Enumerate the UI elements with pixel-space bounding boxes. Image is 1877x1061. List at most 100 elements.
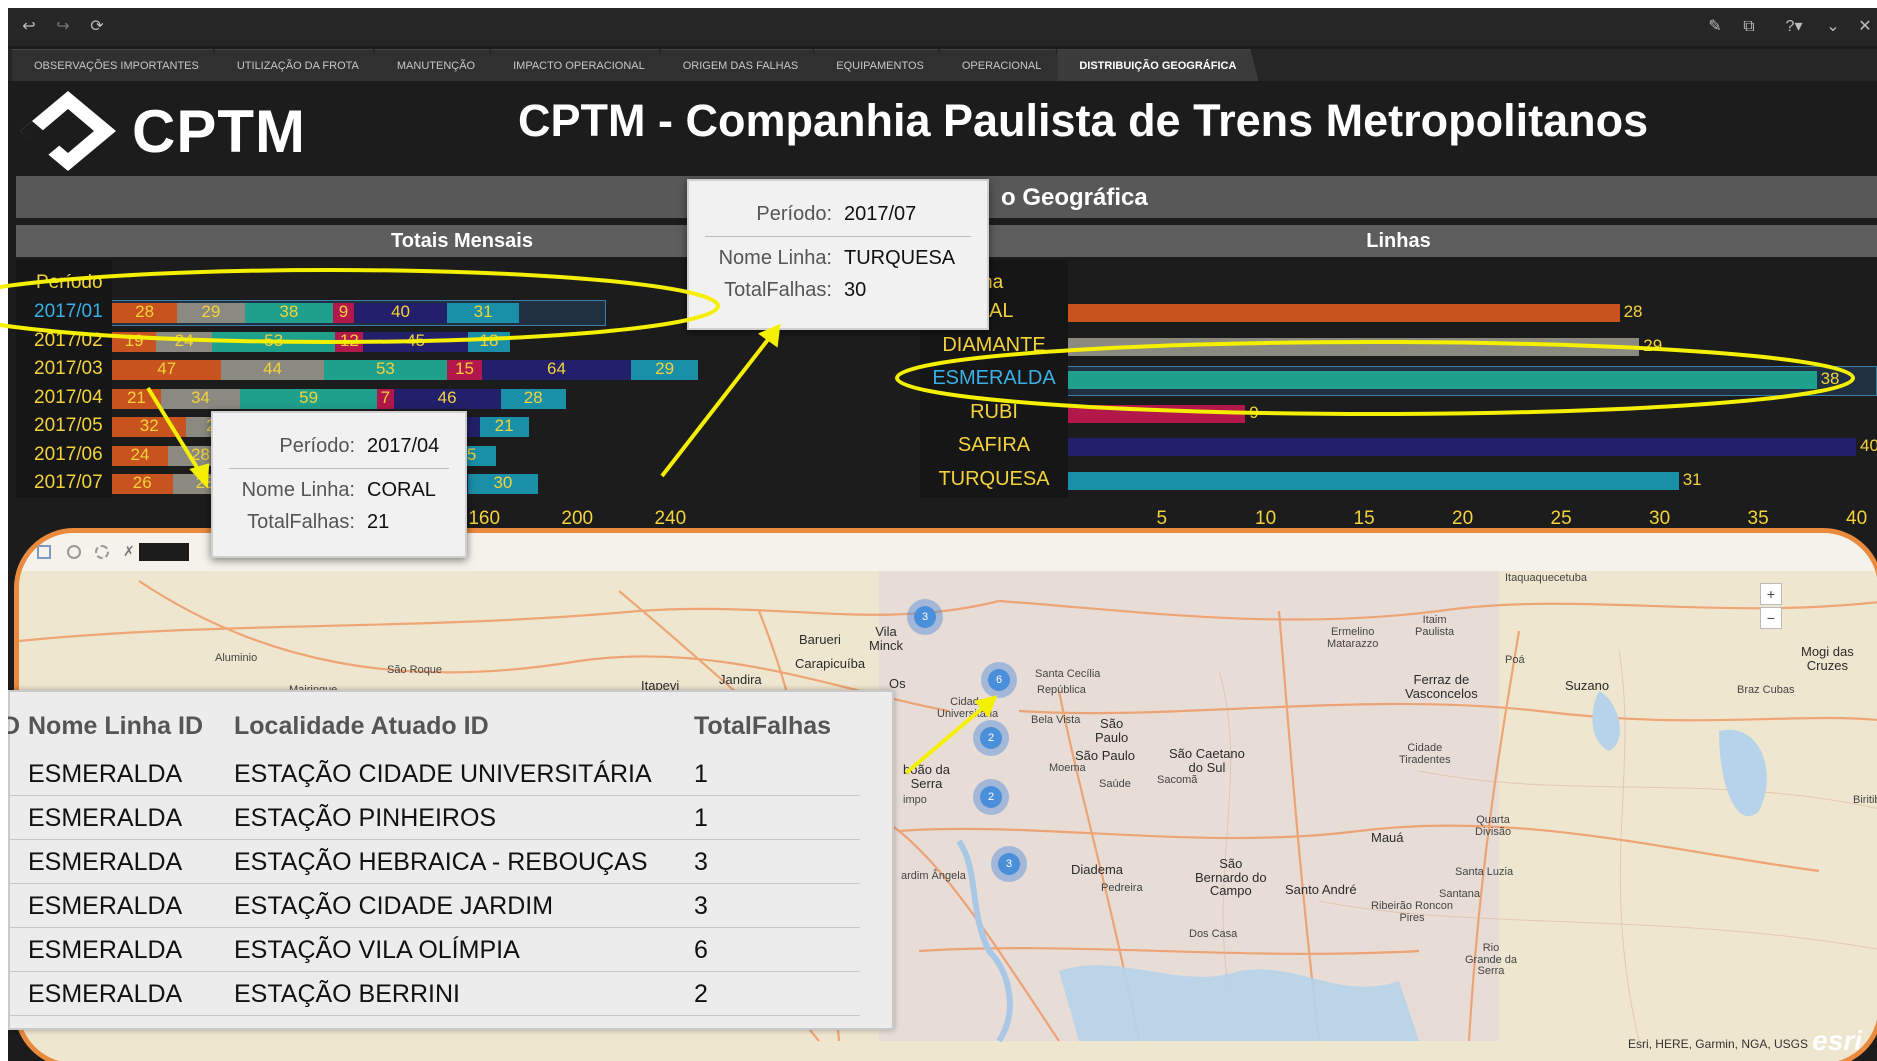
table-row[interactable]: ESMERALDA ESTAÇÃO CIDADE UNIVERSITÁRIA 1 (10, 752, 860, 796)
tab-distribuicao-geografica[interactable]: DISTRIBUIÇÃO GEOGRÁFICA (1057, 49, 1258, 81)
tooltip-key: Nome Linha: (241, 479, 355, 501)
lasso-tool-icon[interactable] (67, 545, 81, 559)
page-title: CPTM - Companhia Paulista de Trens Metro… (518, 95, 1649, 146)
table-row[interactable]: ESMERALDA ESTAÇÃO VILA OLÍMPIA 6 (10, 928, 860, 972)
bar-value-label: 24 (174, 330, 194, 350)
chevron-down-icon[interactable]: ⌄ (1822, 16, 1844, 38)
period-column: Período 2017/01 2017/02 2017/03 2017/04 2017… (16, 260, 112, 498)
bar-value-label: 21 (494, 416, 514, 435)
share-icon[interactable]: ⧉ (1738, 16, 1760, 38)
line-bar-turquesa[interactable] (1068, 471, 1679, 490)
period-label[interactable]: 2017/04 (34, 387, 103, 409)
top-toolbar: ↩ ↪ ⟳ ✎ ⧉ ?▾ ⌄ ✕ (8, 8, 1877, 46)
line-bar-value: 38 (1820, 369, 1840, 388)
period-label[interactable]: 2017/06 (34, 444, 103, 466)
table-header-localidade: Localidade Atuado ID (234, 712, 489, 740)
edit-icon[interactable]: ✎ (1704, 16, 1726, 38)
tab-utilizacao-frota[interactable]: UTILIZAÇÃO DA FROTA (215, 49, 381, 81)
table-row[interactable]: ESMERALDA ESTAÇÃO HEBRAICA - REBOUÇAS 3 (10, 840, 860, 884)
tab-observacoes[interactable]: OBSERVAÇÕES IMPORTANTES (12, 49, 221, 81)
x-tick-label: 40 (1846, 508, 1868, 529)
refresh-icon[interactable]: ⟳ (86, 16, 108, 38)
esri-logo: esri (1812, 1025, 1862, 1056)
line-bar-diamante[interactable] (1068, 337, 1640, 356)
line-category-label[interactable]: RUBI (920, 401, 1068, 424)
table-row[interactable]: ESMERALDA ESTAÇÃO BERRINI 2 (10, 972, 860, 1016)
bar-value-label: 26 (132, 473, 152, 492)
cptm-logo-icon (20, 91, 116, 171)
tab-impacto-operacional[interactable]: IMPACTO OPERACIONAL (491, 49, 667, 81)
map-place-label: São Roque (387, 664, 443, 676)
map-place-label: Suzano (1565, 678, 1610, 693)
table-cell: ESTAÇÃO HEBRAICA - REBOUÇAS (234, 848, 648, 876)
table-cell: ESMERALDA (28, 892, 183, 920)
map-place-label: São Paulo (1075, 748, 1135, 763)
table-cell: 1 (694, 804, 708, 832)
line-bar-value: 31 (1682, 469, 1702, 489)
close-icon[interactable]: ✕ (1854, 16, 1876, 38)
map-cluster[interactable]: 3 (907, 599, 943, 635)
map-place-label: Santa Cecília (1035, 668, 1101, 680)
tooltip-divider (705, 236, 971, 237)
map-cluster[interactable]: 3 (991, 846, 1027, 882)
line-bar-coral[interactable] (1068, 304, 1620, 322)
period-label[interactable]: 2017/05 (34, 415, 103, 437)
bar-value-label: 29 (655, 359, 675, 378)
map-place-label: Itaim Paulista (1415, 614, 1455, 638)
bar-value-label: 28 (135, 302, 155, 321)
table-row[interactable]: ESMERALDA ESTAÇÃO CIDADE JARDIM 3 (10, 884, 860, 928)
tab-origem-falhas[interactable]: ORIGEM DAS FALHAS (661, 49, 821, 81)
map-cluster[interactable]: 6 (981, 662, 1017, 698)
x-tick-label: 30 (1649, 508, 1671, 529)
zoom-out-button[interactable]: − (1760, 607, 1782, 629)
map-place-label: Dos Casa (1189, 928, 1238, 940)
map-place-label: Moema (1049, 762, 1086, 774)
map-cluster[interactable]: 2 (973, 720, 1009, 756)
zoom-in-button[interactable]: + (1760, 583, 1782, 605)
polygon-tool-icon[interactable] (95, 545, 109, 559)
map-place-label: Pedreira (1101, 882, 1143, 894)
x-tick-label: 200 (561, 508, 594, 529)
table-cell: 2 (694, 980, 708, 1008)
back-icon[interactable]: ↩ (18, 16, 40, 38)
bar-value-label: 9 (338, 302, 349, 321)
map-place-label: Cidade Universitária (937, 696, 999, 720)
line-bar-rubi[interactable] (1068, 404, 1246, 423)
map-place-label: Quarta Divisão (1475, 814, 1512, 838)
forward-icon[interactable]: ↪ (52, 16, 74, 38)
line-bar-esmeralda[interactable] (1068, 371, 1817, 389)
map-place-label: São Bernardo do Campo (1195, 856, 1267, 899)
tooltip-key: Período: (279, 435, 355, 457)
cluster-count: 2 (980, 786, 1002, 808)
line-bar-value: 28 (1623, 302, 1643, 321)
bar-value-label: 53 (375, 359, 395, 378)
line-bar-safira[interactable] (1068, 438, 1856, 456)
clear-selection-icon[interactable]: ✗ (123, 543, 135, 560)
period-label[interactable]: 2017/01 (34, 301, 103, 323)
line-category-label[interactable]: DIAMANTE (920, 334, 1068, 357)
tab-equipamentos[interactable]: EQUIPAMENTOS (814, 49, 946, 81)
select-tool-icon[interactable] (37, 545, 51, 559)
tooltip-key: TotalFalhas: (724, 279, 832, 301)
table-cell: ESMERALDA (28, 760, 183, 788)
tab-manutencao[interactable]: MANUTENÇÃO (375, 49, 497, 81)
map-attribution: Esri, HERE, Garmin, NGA, USGS (1627, 1037, 1808, 1051)
table-header-totalfalhas: TotalFalhas (694, 712, 832, 740)
table-row[interactable]: ESMERALDA ESTAÇÃO PINHEIROS 1 (10, 796, 860, 840)
period-label[interactable]: 2017/02 (34, 330, 103, 352)
period-label[interactable]: 2017/07 (34, 472, 103, 494)
bar-value-label: 53 (264, 330, 284, 350)
line-bar-value: 29 (1643, 335, 1663, 355)
line-category-label[interactable]: TURQUESA (920, 468, 1068, 491)
map-place-label: Biritiba-M (1853, 794, 1877, 806)
cluster-count: 3 (998, 853, 1020, 875)
line-category-label[interactable]: ESMERALDA (920, 367, 1068, 390)
period-label[interactable]: 2017/03 (34, 358, 103, 380)
bar-value-label: 15 (455, 359, 474, 378)
map-cluster[interactable]: 2 (973, 779, 1009, 815)
line-category-label[interactable]: SAFIRA (920, 434, 1068, 457)
bar-value-label: 45 (406, 330, 426, 350)
bar-value-label: 44 (263, 359, 282, 378)
help-icon[interactable]: ?▾ (1780, 16, 1808, 38)
tab-operacional[interactable]: OPERACIONAL (940, 49, 1063, 81)
